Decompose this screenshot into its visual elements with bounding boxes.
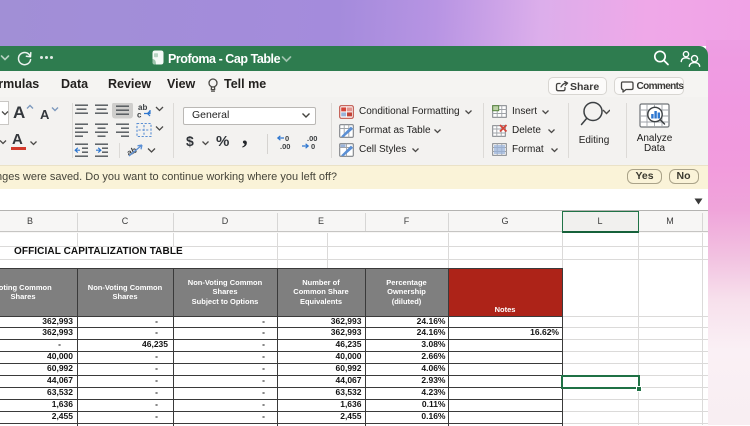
svg-text:ab: ab [125,145,138,158]
svg-text:0: 0 [311,142,315,150]
svg-text:c: c [137,111,142,120]
svg-text:.00: .00 [280,142,290,150]
